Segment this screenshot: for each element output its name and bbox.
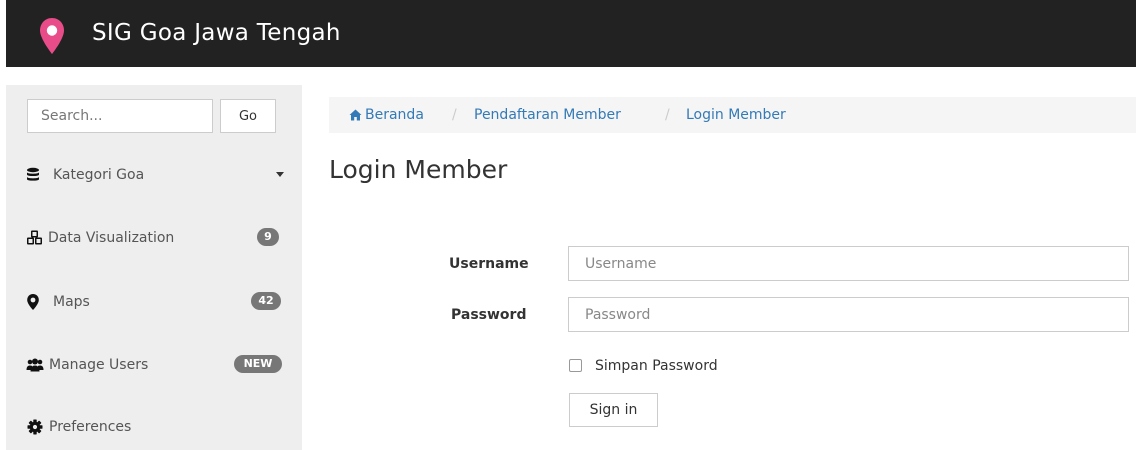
map-marker-icon <box>27 294 39 310</box>
sidebar-item-label: Kategori Goa <box>53 167 145 183</box>
breadcrumb-login-member[interactable]: Login Member <box>686 105 786 125</box>
count-badge: 42 <box>251 292 281 310</box>
breadcrumb: Beranda / Pendaftaran Member / Login Mem… <box>329 97 1136 133</box>
breadcrumb-separator: / <box>452 107 457 123</box>
sidebar-item-maps[interactable]: Maps 42 <box>6 282 302 322</box>
breadcrumb-beranda[interactable]: Beranda <box>365 105 424 125</box>
sidebar: Go Kategori Goa Data Visualization 9 Map… <box>6 85 302 450</box>
caret-down-icon <box>276 172 284 177</box>
map-marker-icon <box>40 18 64 54</box>
sidebar-item-label: Maps <box>53 294 90 310</box>
gear-icon <box>27 419 43 435</box>
sidebar-item-label: Manage Users <box>49 357 149 373</box>
breadcrumb-pendaftaran-member[interactable]: Pendaftaran Member <box>474 105 621 125</box>
users-icon <box>26 358 44 372</box>
sidebar-item-label: Preferences <box>49 419 132 435</box>
home-icon[interactable] <box>349 109 362 121</box>
cubes-icon <box>27 230 42 245</box>
username-label: Username <box>449 256 529 272</box>
database-icon <box>27 167 39 181</box>
sidebar-item-manage-users[interactable]: Manage Users NEW <box>6 345 302 385</box>
page-title: Login Member <box>329 155 508 184</box>
sidebar-item-preferences[interactable]: Preferences <box>6 407 302 447</box>
password-label: Password <box>451 307 527 323</box>
navbar: SIG Goa Jawa Tengah <box>6 0 1136 67</box>
sign-in-button[interactable]: Sign in <box>569 393 658 427</box>
sidebar-item-label: Data Visualization <box>48 230 175 246</box>
password-input[interactable] <box>568 297 1129 332</box>
brand-title[interactable]: SIG Goa Jawa Tengah <box>92 18 341 48</box>
remember-checkbox[interactable] <box>569 359 582 372</box>
breadcrumb-separator: / <box>665 107 670 123</box>
sidebar-item-data-visualization[interactable]: Data Visualization 9 <box>6 218 302 258</box>
go-button[interactable]: Go <box>220 99 276 133</box>
username-input[interactable] <box>568 246 1129 281</box>
remember-label[interactable]: Simpan Password <box>595 356 718 376</box>
sidebar-item-kategori-goa[interactable]: Kategori Goa <box>6 155 302 195</box>
new-badge: NEW <box>234 355 282 373</box>
count-badge: 9 <box>257 228 279 246</box>
search-input[interactable] <box>27 99 213 133</box>
